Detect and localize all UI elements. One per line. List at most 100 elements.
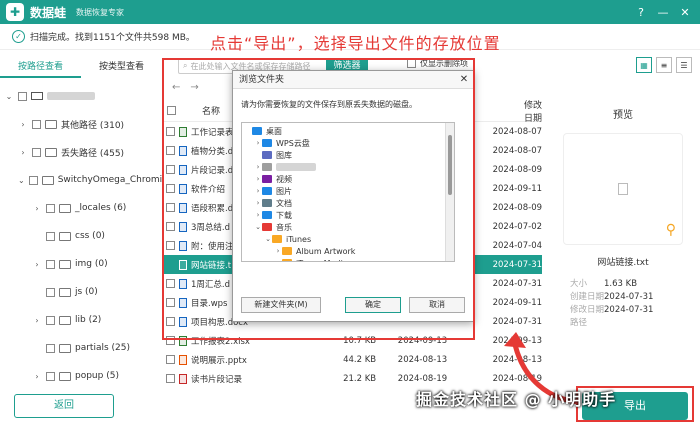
tab-by-type[interactable]: 按类型查看 bbox=[81, 56, 162, 78]
forward-arrow-icon[interactable]: → bbox=[190, 82, 198, 93]
tree-item[interactable]: js (0) bbox=[0, 278, 162, 306]
tree-item-checkbox[interactable] bbox=[32, 147, 41, 157]
dialog-chevron-icon[interactable]: › bbox=[274, 247, 282, 255]
dialog-tree-item[interactable]: › Album Artwork bbox=[242, 245, 454, 257]
chevron-right-icon[interactable]: › bbox=[32, 204, 42, 213]
table-row[interactable]: 读书片段记录 21.2 KB 2024-08-19 2024-08-19 bbox=[162, 369, 542, 388]
tree-item-checkbox[interactable] bbox=[46, 371, 55, 381]
column-mtime[interactable]: 修改日期 bbox=[524, 98, 542, 124]
row-checkbox[interactable] bbox=[166, 336, 175, 345]
dialog-folder-tree[interactable]: 桌面 › WPS云盘 图库 › › 视频 › 图片 › 文档 › 下载 ⌄ 音乐 ⌄ iTunes › Album … bbox=[241, 122, 455, 262]
dialog-tree-item[interactable]: › bbox=[242, 161, 454, 173]
tree-item[interactable]: partials (25) bbox=[0, 334, 162, 362]
row-checkbox[interactable] bbox=[166, 241, 175, 250]
chevron-down-icon[interactable]: ⌄ bbox=[18, 176, 25, 185]
dialog-chevron-icon[interactable]: › bbox=[254, 199, 262, 207]
tree-item[interactable]: › popup (5) bbox=[0, 362, 162, 382]
tree-item-checkbox[interactable] bbox=[46, 315, 55, 325]
tree-item-checkbox[interactable] bbox=[46, 343, 55, 353]
dialog-chevron-icon[interactable]: › bbox=[254, 139, 262, 147]
chevron-right-icon[interactable]: › bbox=[18, 120, 28, 129]
tab-by-path[interactable]: 按路径查看 bbox=[0, 56, 81, 78]
dialog-tree-item[interactable]: › 视频 bbox=[242, 173, 454, 185]
dialog-tree-item[interactable]: › 文档 bbox=[242, 197, 454, 209]
row-checkbox[interactable] bbox=[166, 222, 175, 231]
tree-item-checkbox[interactable] bbox=[18, 91, 27, 101]
chevron-down-icon[interactable]: ⌄ bbox=[4, 92, 14, 101]
dialog-tree-item[interactable]: 图库 bbox=[242, 149, 454, 161]
dialog-chevron-icon[interactable]: ⌄ bbox=[254, 223, 262, 231]
close-icon[interactable]: ✕ bbox=[676, 3, 694, 21]
list-view-icon[interactable]: ≡ bbox=[656, 57, 672, 73]
file-type-icon bbox=[179, 316, 187, 327]
tree-item-checkbox[interactable] bbox=[46, 259, 55, 269]
tree-item[interactable]: › 丢失路径 (455) bbox=[0, 138, 162, 166]
row-checkbox[interactable] bbox=[166, 317, 175, 326]
dialog-folder-icon bbox=[272, 235, 282, 243]
tree-item[interactable]: ⌄ bbox=[0, 82, 162, 110]
tree-item[interactable]: css (0) bbox=[0, 222, 162, 250]
chevron-right-icon[interactable]: › bbox=[32, 372, 42, 381]
dialog-tree-item[interactable]: › WPS云盘 bbox=[242, 137, 454, 149]
back-button[interactable]: 返回 bbox=[14, 394, 114, 418]
back-arrow-icon[interactable]: ← bbox=[172, 82, 180, 93]
tree-item[interactable]: › lib (2) bbox=[0, 306, 162, 334]
row-checkbox[interactable] bbox=[166, 298, 175, 307]
row-checkbox[interactable] bbox=[166, 374, 175, 383]
dialog-close-icon[interactable]: ✕ bbox=[455, 71, 473, 88]
zoom-icon[interactable]: ⚲ bbox=[666, 222, 676, 238]
show-deleted-checkbox[interactable] bbox=[407, 59, 416, 68]
show-deleted-toggle[interactable]: 仅显示删除项 bbox=[403, 58, 468, 69]
new-folder-button[interactable]: 新建文件夹(M) bbox=[241, 297, 321, 313]
dialog-tree-item[interactable]: 桌面 bbox=[242, 125, 454, 137]
tree-item-checkbox[interactable] bbox=[28, 175, 38, 185]
chevron-right-icon[interactable]: › bbox=[32, 316, 42, 325]
minimize-icon[interactable]: — bbox=[654, 3, 672, 21]
dialog-tree-item[interactable]: ⌄ 音乐 bbox=[242, 221, 454, 233]
row-checkbox[interactable] bbox=[166, 165, 175, 174]
dialog-scrollbar[interactable] bbox=[445, 123, 454, 261]
tree-item[interactable]: › _locales (6) bbox=[0, 194, 162, 222]
tree-item-checkbox[interactable] bbox=[32, 119, 41, 129]
export-button[interactable]: 导出 bbox=[582, 392, 688, 420]
tree-item[interactable]: ⌄ SwitchyOmega_Chromium bbox=[0, 166, 162, 194]
dialog-chevron-icon[interactable]: ⌄ bbox=[264, 235, 272, 243]
tree-item-label: 丢失路径 (455) bbox=[61, 148, 125, 159]
dialog-tree-item[interactable]: ⌄ iTunes bbox=[242, 233, 454, 245]
scroll-thumb[interactable] bbox=[448, 135, 452, 195]
file-name: 工作报表2.xlsx bbox=[191, 336, 250, 347]
select-all-checkbox[interactable] bbox=[166, 106, 176, 115]
dialog-tree-item[interactable]: › iTunes Media bbox=[242, 257, 454, 261]
dialog-tree-item[interactable]: › 图片 bbox=[242, 185, 454, 197]
dialog-chevron-icon[interactable]: › bbox=[254, 175, 262, 183]
row-checkbox[interactable] bbox=[166, 260, 175, 269]
chevron-right-icon[interactable]: › bbox=[18, 148, 28, 157]
row-checkbox[interactable] bbox=[166, 203, 175, 212]
ok-button[interactable]: 确定 bbox=[345, 297, 401, 313]
dialog-chevron-icon[interactable]: › bbox=[254, 163, 262, 171]
chevron-right-icon[interactable]: › bbox=[32, 260, 42, 269]
dialog-tree-item[interactable]: › 下载 bbox=[242, 209, 454, 221]
dialog-chevron-icon[interactable]: › bbox=[254, 211, 262, 219]
dialog-folder-icon bbox=[262, 175, 272, 183]
tree-item-checkbox[interactable] bbox=[46, 231, 55, 241]
row-checkbox[interactable] bbox=[166, 184, 175, 193]
grid-view-icon[interactable]: ▦ bbox=[636, 57, 652, 73]
table-row[interactable]: 说明展示.pptx 44.2 KB 2024-08-13 2024-08-13 bbox=[162, 350, 542, 369]
dialog-chevron-icon[interactable]: › bbox=[254, 187, 262, 195]
file-mtime: 2024-07-02 bbox=[492, 221, 543, 232]
row-checkbox[interactable] bbox=[166, 146, 175, 155]
cancel-button[interactable]: 取消 bbox=[409, 297, 465, 313]
tree-item[interactable]: › img (0) bbox=[0, 250, 162, 278]
dialog-chevron-icon[interactable]: › bbox=[274, 259, 282, 261]
detail-view-icon[interactable]: ☰ bbox=[676, 57, 692, 73]
tree-item-checkbox[interactable] bbox=[46, 203, 55, 213]
tree-item[interactable]: › 其他路径 (310) bbox=[0, 110, 162, 138]
file-name: 工作记录表 bbox=[191, 127, 234, 138]
tree-item-checkbox[interactable] bbox=[46, 287, 55, 297]
row-checkbox[interactable] bbox=[166, 355, 175, 364]
table-row[interactable]: 工作报表2.xlsx 10.7 KB 2024-09-13 2024-09-13 bbox=[162, 331, 542, 350]
row-checkbox[interactable] bbox=[166, 127, 175, 136]
row-checkbox[interactable] bbox=[166, 279, 175, 288]
help-icon[interactable]: ? bbox=[632, 3, 650, 21]
